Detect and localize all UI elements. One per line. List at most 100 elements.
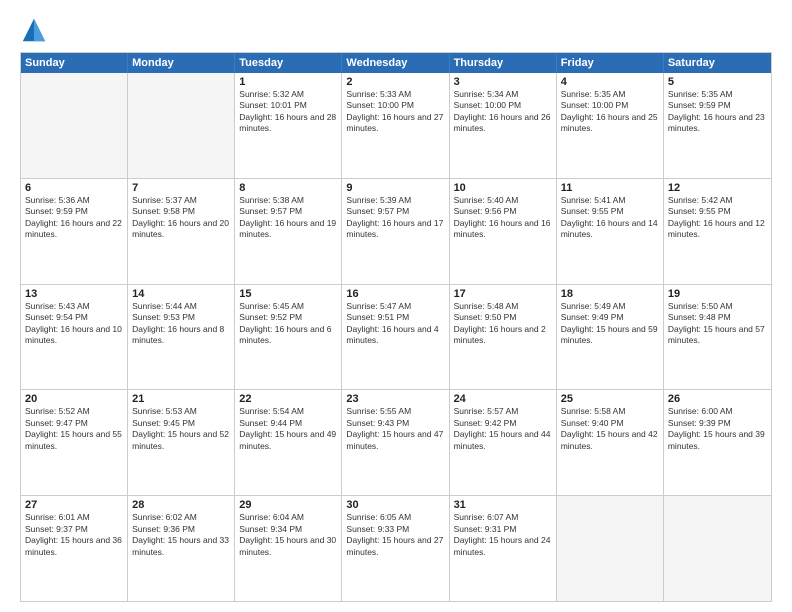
day-cell-7: 7Sunrise: 5:37 AMSunset: 9:58 PMDaylight… xyxy=(128,179,235,284)
logo xyxy=(20,16,52,44)
calendar-row-4: 20Sunrise: 5:52 AMSunset: 9:47 PMDayligh… xyxy=(21,389,771,495)
calendar-row-2: 6Sunrise: 5:36 AMSunset: 9:59 PMDaylight… xyxy=(21,178,771,284)
day-cell-30: 30Sunrise: 6:05 AMSunset: 9:33 PMDayligh… xyxy=(342,496,449,601)
day-cell-2: 2Sunrise: 5:33 AMSunset: 10:00 PMDayligh… xyxy=(342,73,449,178)
day-cell-16: 16Sunrise: 5:47 AMSunset: 9:51 PMDayligh… xyxy=(342,285,449,390)
cell-info: Sunrise: 5:35 AMSunset: 9:59 PMDaylight:… xyxy=(668,89,767,135)
cell-info: Sunrise: 5:45 AMSunset: 9:52 PMDaylight:… xyxy=(239,301,337,347)
day-cell-18: 18Sunrise: 5:49 AMSunset: 9:49 PMDayligh… xyxy=(557,285,664,390)
day-number: 8 xyxy=(239,182,337,194)
day-cell-28: 28Sunrise: 6:02 AMSunset: 9:36 PMDayligh… xyxy=(128,496,235,601)
empty-cell xyxy=(557,496,664,601)
cell-info: Sunrise: 5:42 AMSunset: 9:55 PMDaylight:… xyxy=(668,195,767,241)
day-number: 22 xyxy=(239,393,337,405)
day-number: 30 xyxy=(346,499,444,511)
day-number: 19 xyxy=(668,288,767,300)
day-header-tuesday: Tuesday xyxy=(235,53,342,73)
day-header-wednesday: Wednesday xyxy=(342,53,449,73)
empty-cell xyxy=(128,73,235,178)
day-number: 24 xyxy=(454,393,552,405)
cell-info: Sunrise: 6:00 AMSunset: 9:39 PMDaylight:… xyxy=(668,406,767,452)
day-cell-24: 24Sunrise: 5:57 AMSunset: 9:42 PMDayligh… xyxy=(450,390,557,495)
header xyxy=(20,16,772,44)
day-cell-6: 6Sunrise: 5:36 AMSunset: 9:59 PMDaylight… xyxy=(21,179,128,284)
day-cell-25: 25Sunrise: 5:58 AMSunset: 9:40 PMDayligh… xyxy=(557,390,664,495)
day-number: 25 xyxy=(561,393,659,405)
cell-info: Sunrise: 5:35 AMSunset: 10:00 PMDaylight… xyxy=(561,89,659,135)
day-header-friday: Friday xyxy=(557,53,664,73)
day-number: 12 xyxy=(668,182,767,194)
day-number: 2 xyxy=(346,76,444,88)
cell-info: Sunrise: 5:40 AMSunset: 9:56 PMDaylight:… xyxy=(454,195,552,241)
cell-info: Sunrise: 5:33 AMSunset: 10:00 PMDaylight… xyxy=(346,89,444,135)
day-number: 29 xyxy=(239,499,337,511)
cell-info: Sunrise: 5:54 AMSunset: 9:44 PMDaylight:… xyxy=(239,406,337,452)
page: SundayMondayTuesdayWednesdayThursdayFrid… xyxy=(0,0,792,612)
calendar: SundayMondayTuesdayWednesdayThursdayFrid… xyxy=(20,52,772,602)
day-cell-15: 15Sunrise: 5:45 AMSunset: 9:52 PMDayligh… xyxy=(235,285,342,390)
day-cell-26: 26Sunrise: 6:00 AMSunset: 9:39 PMDayligh… xyxy=(664,390,771,495)
cell-info: Sunrise: 5:38 AMSunset: 9:57 PMDaylight:… xyxy=(239,195,337,241)
cell-info: Sunrise: 5:37 AMSunset: 9:58 PMDaylight:… xyxy=(132,195,230,241)
day-number: 14 xyxy=(132,288,230,300)
day-cell-23: 23Sunrise: 5:55 AMSunset: 9:43 PMDayligh… xyxy=(342,390,449,495)
day-number: 20 xyxy=(25,393,123,405)
cell-info: Sunrise: 6:01 AMSunset: 9:37 PMDaylight:… xyxy=(25,512,123,558)
calendar-body: 1Sunrise: 5:32 AMSunset: 10:01 PMDayligh… xyxy=(21,73,771,601)
cell-info: Sunrise: 6:02 AMSunset: 9:36 PMDaylight:… xyxy=(132,512,230,558)
logo-icon xyxy=(20,16,48,44)
day-cell-12: 12Sunrise: 5:42 AMSunset: 9:55 PMDayligh… xyxy=(664,179,771,284)
day-header-saturday: Saturday xyxy=(664,53,771,73)
cell-info: Sunrise: 6:05 AMSunset: 9:33 PMDaylight:… xyxy=(346,512,444,558)
empty-cell xyxy=(664,496,771,601)
cell-info: Sunrise: 5:58 AMSunset: 9:40 PMDaylight:… xyxy=(561,406,659,452)
day-number: 16 xyxy=(346,288,444,300)
calendar-header: SundayMondayTuesdayWednesdayThursdayFrid… xyxy=(21,53,771,73)
cell-info: Sunrise: 5:53 AMSunset: 9:45 PMDaylight:… xyxy=(132,406,230,452)
calendar-row-5: 27Sunrise: 6:01 AMSunset: 9:37 PMDayligh… xyxy=(21,495,771,601)
day-cell-17: 17Sunrise: 5:48 AMSunset: 9:50 PMDayligh… xyxy=(450,285,557,390)
cell-info: Sunrise: 6:07 AMSunset: 9:31 PMDaylight:… xyxy=(454,512,552,558)
day-number: 9 xyxy=(346,182,444,194)
cell-info: Sunrise: 5:57 AMSunset: 9:42 PMDaylight:… xyxy=(454,406,552,452)
day-number: 11 xyxy=(561,182,659,194)
day-cell-20: 20Sunrise: 5:52 AMSunset: 9:47 PMDayligh… xyxy=(21,390,128,495)
day-cell-4: 4Sunrise: 5:35 AMSunset: 10:00 PMDayligh… xyxy=(557,73,664,178)
day-number: 10 xyxy=(454,182,552,194)
day-header-thursday: Thursday xyxy=(450,53,557,73)
cell-info: Sunrise: 5:34 AMSunset: 10:00 PMDaylight… xyxy=(454,89,552,135)
cell-info: Sunrise: 5:52 AMSunset: 9:47 PMDaylight:… xyxy=(25,406,123,452)
calendar-row-3: 13Sunrise: 5:43 AMSunset: 9:54 PMDayligh… xyxy=(21,284,771,390)
day-cell-5: 5Sunrise: 5:35 AMSunset: 9:59 PMDaylight… xyxy=(664,73,771,178)
cell-info: Sunrise: 5:55 AMSunset: 9:43 PMDaylight:… xyxy=(346,406,444,452)
day-number: 28 xyxy=(132,499,230,511)
day-cell-19: 19Sunrise: 5:50 AMSunset: 9:48 PMDayligh… xyxy=(664,285,771,390)
cell-info: Sunrise: 5:49 AMSunset: 9:49 PMDaylight:… xyxy=(561,301,659,347)
day-number: 23 xyxy=(346,393,444,405)
day-header-monday: Monday xyxy=(128,53,235,73)
cell-info: Sunrise: 6:04 AMSunset: 9:34 PMDaylight:… xyxy=(239,512,337,558)
day-cell-1: 1Sunrise: 5:32 AMSunset: 10:01 PMDayligh… xyxy=(235,73,342,178)
cell-info: Sunrise: 5:44 AMSunset: 9:53 PMDaylight:… xyxy=(132,301,230,347)
day-cell-31: 31Sunrise: 6:07 AMSunset: 9:31 PMDayligh… xyxy=(450,496,557,601)
day-cell-14: 14Sunrise: 5:44 AMSunset: 9:53 PMDayligh… xyxy=(128,285,235,390)
day-number: 31 xyxy=(454,499,552,511)
cell-info: Sunrise: 5:41 AMSunset: 9:55 PMDaylight:… xyxy=(561,195,659,241)
day-cell-8: 8Sunrise: 5:38 AMSunset: 9:57 PMDaylight… xyxy=(235,179,342,284)
day-number: 27 xyxy=(25,499,123,511)
day-number: 3 xyxy=(454,76,552,88)
cell-info: Sunrise: 5:50 AMSunset: 9:48 PMDaylight:… xyxy=(668,301,767,347)
day-number: 6 xyxy=(25,182,123,194)
day-number: 17 xyxy=(454,288,552,300)
day-cell-27: 27Sunrise: 6:01 AMSunset: 9:37 PMDayligh… xyxy=(21,496,128,601)
day-number: 7 xyxy=(132,182,230,194)
day-header-sunday: Sunday xyxy=(21,53,128,73)
day-number: 18 xyxy=(561,288,659,300)
cell-info: Sunrise: 5:32 AMSunset: 10:01 PMDaylight… xyxy=(239,89,337,135)
calendar-row-1: 1Sunrise: 5:32 AMSunset: 10:01 PMDayligh… xyxy=(21,73,771,178)
day-number: 5 xyxy=(668,76,767,88)
cell-info: Sunrise: 5:39 AMSunset: 9:57 PMDaylight:… xyxy=(346,195,444,241)
day-cell-3: 3Sunrise: 5:34 AMSunset: 10:00 PMDayligh… xyxy=(450,73,557,178)
empty-cell xyxy=(21,73,128,178)
day-cell-21: 21Sunrise: 5:53 AMSunset: 9:45 PMDayligh… xyxy=(128,390,235,495)
